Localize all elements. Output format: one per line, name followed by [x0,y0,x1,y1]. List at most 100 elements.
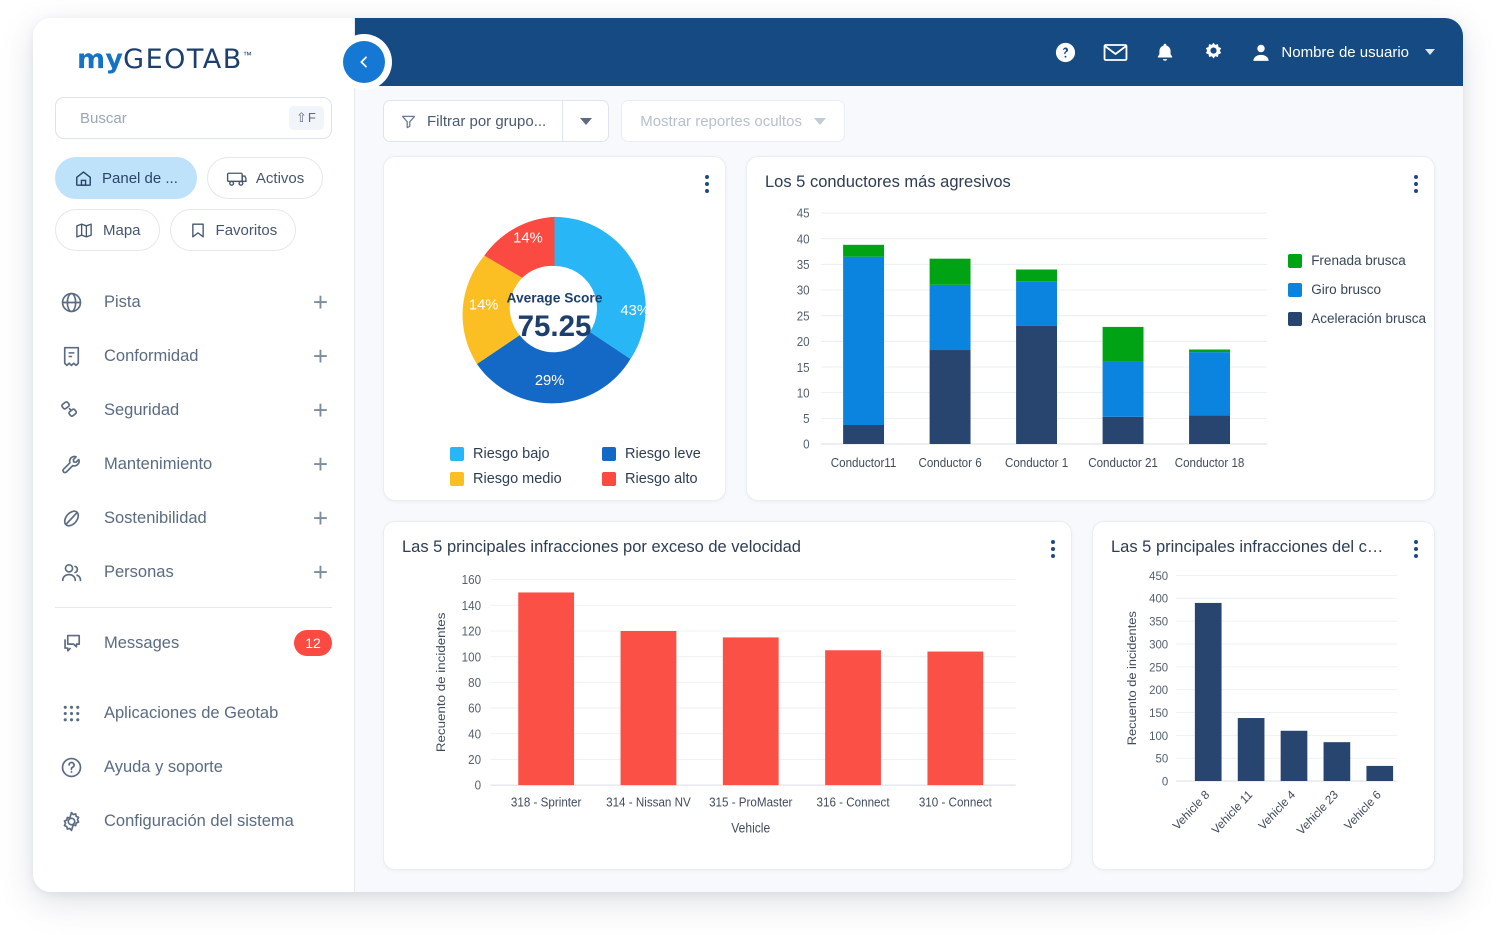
filter-by-group-dropdown-toggle[interactable] [563,100,610,142]
bar-vehicle-4[interactable] [1280,730,1308,782]
app-logo: myGEOTAB™ [55,18,332,87]
card-menu-button[interactable] [1414,540,1418,558]
nav-item-configuracion-del-sistema[interactable]: Configuración del sistema [55,794,332,848]
person-icon [1253,44,1270,61]
bar-segment-aceleracion[interactable] [929,350,971,444]
bar-segment-aceleracion[interactable] [1102,416,1144,444]
y-axis-ticks: 45 40 35 30 25 20 15 10 5 0 [797,206,810,452]
gear-icon[interactable] [1202,41,1225,64]
nav-item-mantenimiento[interactable]: Mantenimiento + [55,437,332,491]
logo-geotab: GEOTAB [123,44,243,75]
bar-group-conductor-18[interactable] [1189,349,1230,445]
card-safety-scorecard: Cuadro de mando de seguridad del co... [383,156,726,501]
card-title: Las 5 principales infracciones del cint.… [1111,538,1399,556]
bar-segment-giro[interactable] [1016,281,1058,326]
donut-label-riesgo-bajo: 43% [620,303,650,319]
dashboard-row-2: Las 5 principales infracciones por exces… [383,521,1435,870]
bar-segment-frenada[interactable] [1102,326,1144,362]
nav-label: Configuración del sistema [104,811,294,830]
bar-segment-giro[interactable] [843,256,885,425]
legend-label: Riesgo bajo [473,445,550,462]
legend-item-giro-brusco[interactable]: Giro brusco [1288,282,1426,297]
card-top-speeding-violations: Las 5 principales infracciones por exces… [383,521,1072,870]
nav-expand-pista[interactable]: + [313,289,332,315]
bar-segment-aceleracion[interactable] [1016,325,1058,444]
bar-segment-aceleracion[interactable] [843,424,885,444]
bar-vehicle-6[interactable] [1366,765,1394,782]
filter-bar: Filtrar por grupo... Mostrar reportes oc… [355,86,1463,156]
card-title: Los 5 conductores más agresivos [765,173,1011,191]
pill-activos[interactable]: Activos [206,157,324,199]
nav-expand-personas[interactable]: + [313,559,332,585]
legend-item-riesgo-medio[interactable]: Riesgo medio [450,471,596,487]
card-title: Las 5 principales infracciones por exces… [402,538,801,556]
bar-segment-giro[interactable] [929,284,971,351]
bar-group-conductor-21[interactable] [1102,326,1144,444]
mail-icon[interactable] [1103,42,1128,63]
bar-vehicle-11[interactable] [1237,718,1265,782]
svg-text:25: 25 [797,309,810,324]
filter-by-group-label: Filtrar por grupo... [427,112,547,130]
svg-text:40: 40 [797,232,810,247]
nav-item-messages[interactable]: Messages 12 [55,616,332,670]
x-axis-ticks: 318 - Sprinter 314 - Nissan NV 315 - Pro… [511,795,992,810]
legend-item-riesgo-leve[interactable]: Riesgo leve [602,446,707,462]
y-axis-title: Recuento de incidentes [433,613,447,753]
user-menu[interactable]: Nombre de usuario [1251,42,1435,63]
bar-316-connect[interactable] [825,650,881,786]
nav-item-sostenibilidad[interactable]: Sostenibilidad + [55,491,332,545]
bar-segment-giro[interactable] [1189,352,1230,416]
sidebar-collapse-button[interactable] [343,41,385,83]
home-icon [76,170,91,186]
nav-expand-seguridad[interactable]: + [313,397,332,423]
nav-expand-mantenimiento[interactable]: + [313,451,332,477]
bar-group-conductor-1[interactable] [1016,269,1058,444]
bar-vehicle-8[interactable] [1194,602,1222,782]
nav-item-seguridad[interactable]: Seguridad + [55,383,332,437]
pill-panel-de[interactable]: Panel de ... [55,157,197,199]
legend-item-aceleracion-brusca[interactable]: Aceleración brusca [1288,311,1426,326]
nav-item-ayuda-y-soporte[interactable]: Ayuda y soporte [55,740,332,794]
pill-mapa[interactable]: Mapa [55,209,160,251]
nav-label: Pista [104,292,141,311]
card-menu-button[interactable] [1051,540,1055,558]
search-input[interactable] [80,109,279,127]
app-window: myGEOTAB™ ⇧F Panel de ... [33,18,1463,892]
svg-text:20: 20 [468,753,481,768]
bar-segment-frenada[interactable] [1016,269,1058,282]
bar-segment-aceleracion[interactable] [1189,415,1230,444]
legend-item-riesgo-bajo[interactable]: Riesgo bajo [450,446,596,462]
nav-expand-conformidad[interactable]: + [313,343,332,369]
bar-314-nissan-nv[interactable] [620,630,677,786]
search-box[interactable]: ⇧F [55,97,332,139]
bar-310-connect[interactable] [927,651,984,786]
donut-center-label: Average Score [507,290,603,305]
chevron-down-icon [579,117,592,125]
svg-text:400: 400 [1149,591,1168,606]
nav-item-conformidad[interactable]: Conformidad + [55,329,332,383]
clipboard-icon [63,346,80,366]
bar-group-conductor11[interactable] [843,244,885,444]
show-hidden-reports-dropdown[interactable]: Mostrar reportes ocultos [621,100,845,142]
nav-item-aplicaciones-de-geotab[interactable]: Aplicaciones de Geotab [55,686,332,740]
bar-315-promaster[interactable] [722,637,779,786]
y-axis-ticks: 450 400 350 300 250 200 150 100 50 0 [1149,569,1168,789]
nav-expand-sostenibilidad[interactable]: + [313,505,332,531]
logo-tm: ™ [242,50,252,60]
bar-group-conductor-6[interactable] [929,258,971,444]
nav-item-personas[interactable]: Personas + [55,545,332,599]
nav-item-pista[interactable]: Pista + [55,275,332,329]
bar-segment-giro[interactable] [1102,361,1144,417]
bar-318-sprinter[interactable] [518,592,575,786]
pill-favoritos[interactable]: Favoritos [169,209,297,251]
bell-icon[interactable] [1154,41,1176,64]
bar-vehicle-23[interactable] [1323,742,1351,782]
bar-segment-frenada[interactable] [929,258,971,285]
legend-item-frenada-brusca[interactable]: Frenada brusca [1288,253,1426,268]
card-menu-button[interactable] [1414,175,1418,193]
bar-segment-frenada[interactable] [843,244,885,257]
legend-item-riesgo-alto[interactable]: Riesgo alto [602,471,707,487]
help-icon[interactable] [1054,41,1077,64]
bar-segment-frenada[interactable] [1189,349,1230,353]
filter-by-group-button[interactable]: Filtrar por grupo... [383,100,564,142]
